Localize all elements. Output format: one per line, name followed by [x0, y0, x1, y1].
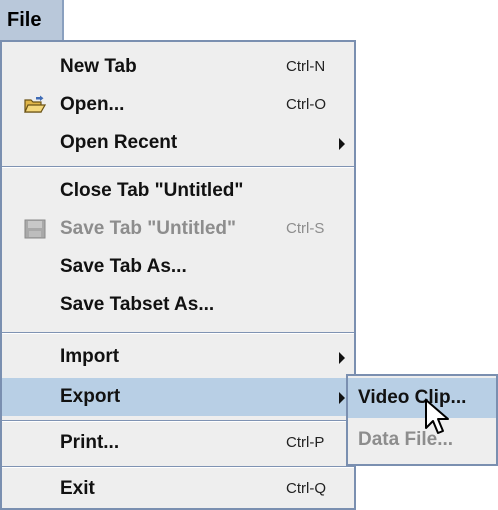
menu-item-new-tab[interactable]: New Tab Ctrl-N	[2, 48, 354, 86]
menu-item-label: Open...	[60, 94, 125, 115]
menu-item-export[interactable]: Export	[2, 378, 354, 416]
floppy-disk-icon	[24, 219, 46, 239]
menu-item-save-tabset-as[interactable]: Save Tabset As...	[2, 286, 354, 324]
menu-item-label: Exit	[60, 478, 95, 499]
menu-item-label: Save Tab As...	[60, 256, 187, 277]
menu-item-shortcut: Ctrl-O	[286, 96, 326, 113]
file-menu-title[interactable]: File	[0, 0, 64, 42]
menu-item-label: Export	[60, 386, 121, 407]
menu-item-label: Save Tab "Untitled"	[60, 218, 237, 239]
menu-item-shortcut: Ctrl-S	[286, 220, 325, 237]
menu-item-save-tab: Save Tab "Untitled" Ctrl-S	[2, 210, 354, 248]
submenu-item-data-file: Data File...	[348, 420, 496, 460]
menu-item-print[interactable]: Print... Ctrl-P	[2, 424, 354, 462]
menu-item-shortcut: Ctrl-N	[286, 58, 326, 75]
menu-item-label: New Tab	[60, 56, 137, 77]
folder-open-icon	[24, 95, 46, 113]
mouse-pointer-icon	[425, 399, 449, 434]
menu-separator	[2, 466, 354, 468]
submenu-arrow-icon	[339, 392, 345, 404]
menu-item-label: Close Tab "Untitled"	[60, 180, 244, 201]
menu-item-import[interactable]: Import	[2, 338, 354, 376]
submenu-arrow-icon	[339, 352, 345, 364]
menu-item-label: Import	[60, 346, 120, 367]
submenu-item-video-clip[interactable]: Video Clip...	[348, 378, 496, 418]
menu-item-exit[interactable]: Exit Ctrl-Q	[2, 470, 354, 508]
export-submenu: Video Clip... Data File...	[346, 374, 498, 466]
menu-item-label: Save Tabset As...	[60, 294, 215, 315]
menu-item-label: Print...	[60, 432, 120, 453]
menu-separator	[2, 166, 354, 168]
menu-separator	[2, 420, 354, 422]
menu-item-shortcut: Ctrl-Q	[286, 480, 326, 497]
menu-separator	[2, 332, 354, 334]
menu-item-shortcut: Ctrl-P	[286, 434, 325, 451]
menu-item-open[interactable]: Open... Ctrl-O	[2, 86, 354, 124]
menu-item-open-recent[interactable]: Open Recent	[2, 124, 354, 162]
menu-item-label: Open Recent	[60, 132, 178, 153]
file-menu: New Tab Ctrl-N Open... Ctrl-O Open Recen…	[0, 40, 356, 510]
menu-item-save-tab-as[interactable]: Save Tab As...	[2, 248, 354, 286]
submenu-arrow-icon	[339, 138, 345, 150]
submenu-item-label: Video Clip...	[358, 387, 467, 408]
menu-item-close-tab[interactable]: Close Tab "Untitled"	[2, 172, 354, 210]
